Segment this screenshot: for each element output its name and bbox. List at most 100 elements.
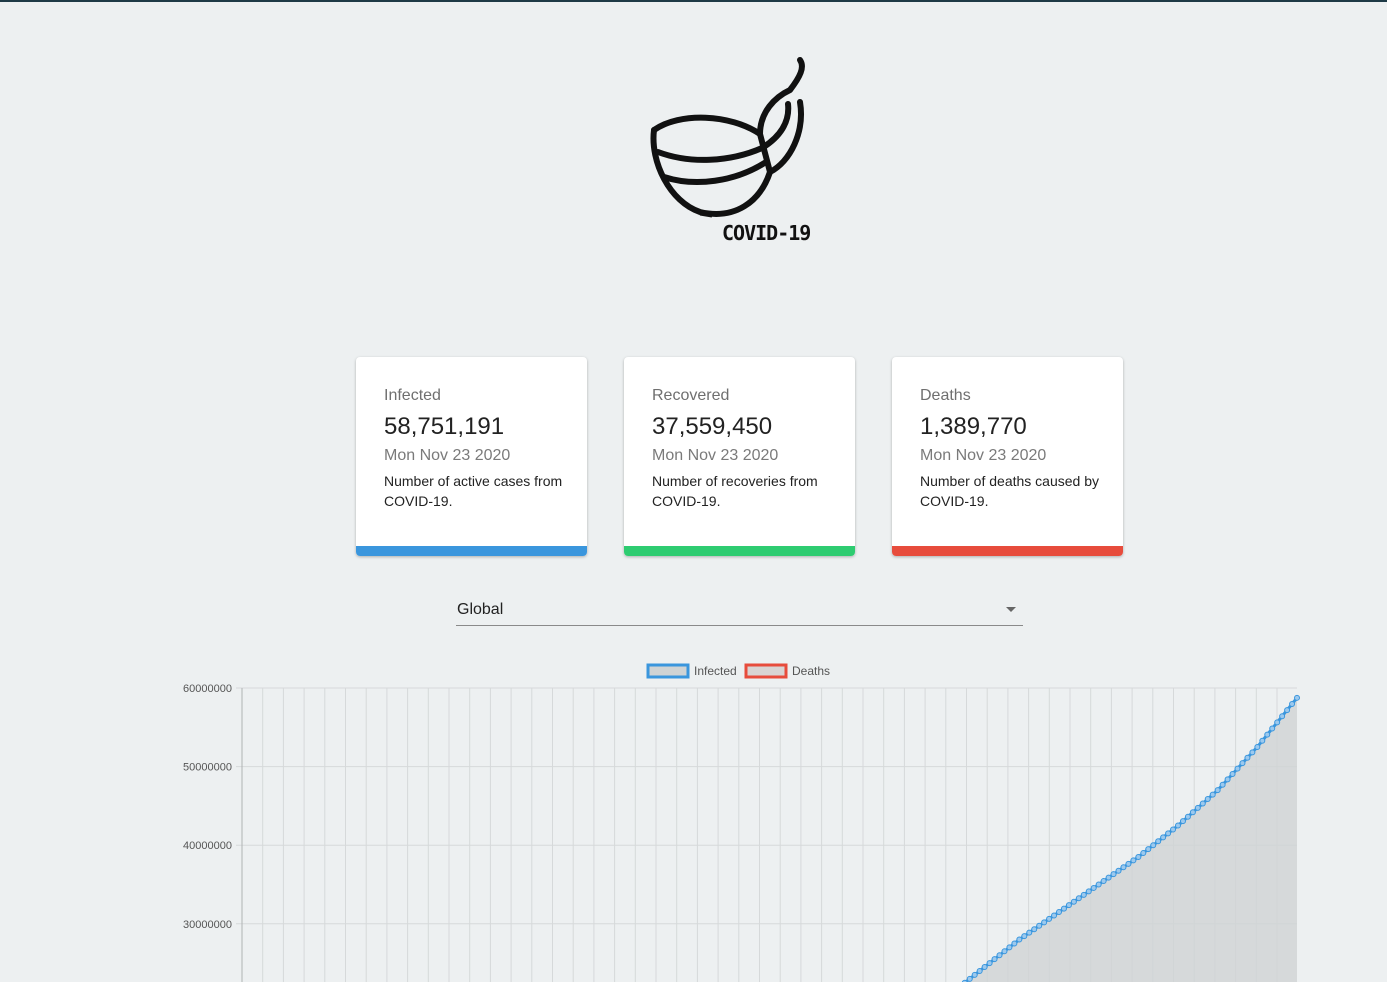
infected-point <box>1150 842 1157 849</box>
infected-card: Infected 58,751,191 Mon Nov 23 2020 Numb… <box>356 357 587 556</box>
card-accent-bar <box>892 546 1123 556</box>
infected-point <box>1259 737 1266 744</box>
card-description: Number of deaths caused by COVID-19. <box>920 473 1099 509</box>
infected-point <box>1105 874 1112 881</box>
card-accent-bar <box>624 546 855 556</box>
card-date: Mon Nov 23 2020 <box>384 447 511 464</box>
infected-point <box>1209 791 1216 798</box>
infected-point <box>1120 864 1127 871</box>
infected-point <box>1060 905 1067 912</box>
infected-point <box>1016 936 1023 943</box>
infected-point <box>1254 743 1261 750</box>
infected-point <box>1125 860 1132 867</box>
country-select[interactable]: Global <box>456 594 1023 626</box>
infected-point <box>1021 933 1028 940</box>
infected-point <box>1219 781 1226 788</box>
infected-point <box>1001 948 1008 955</box>
y-tick-label: 60000000 <box>183 683 232 695</box>
y-tick-label: 30000000 <box>183 919 232 931</box>
infected-point <box>1031 926 1038 933</box>
infected-point <box>1155 838 1162 845</box>
card-date: Mon Nov 23 2020 <box>920 447 1047 464</box>
infected-point <box>1175 822 1181 829</box>
infected-point <box>981 964 988 971</box>
legend-item-infected[interactable]: Infected <box>646 663 737 679</box>
infected-point <box>1239 760 1246 767</box>
infected-point <box>1140 850 1147 857</box>
legend-label: Deaths <box>792 664 830 678</box>
cases-line-chart: 60000000 50000000 40000000 30000000 Infecte… <box>183 663 1300 982</box>
infected-point <box>1214 787 1221 794</box>
infected-point <box>1075 895 1082 902</box>
infected-point <box>1184 813 1191 820</box>
chart-area <box>940 696 1299 982</box>
stats-cards: Infected 58,751,191 Mon Nov 23 2020 Numb… <box>356 357 1123 556</box>
infected-point <box>1135 853 1142 860</box>
infected-point <box>1056 909 1062 916</box>
infected-point <box>1249 749 1256 756</box>
legend-swatch <box>646 663 690 679</box>
infected-point <box>1279 713 1286 720</box>
country-select-value: Global <box>457 601 504 618</box>
infected-point <box>1234 765 1241 772</box>
legend-item-deaths[interactable]: Deaths <box>744 663 830 679</box>
infected-point <box>1224 776 1231 783</box>
infected-point <box>1095 881 1102 888</box>
infected-point <box>991 956 998 963</box>
chevron-down-icon <box>1006 607 1016 612</box>
y-tick-label: 50000000 <box>183 762 232 774</box>
infected-point <box>971 971 978 978</box>
infected-point <box>1006 944 1013 951</box>
card-accent-bar <box>356 546 587 556</box>
infected-point <box>1085 888 1092 895</box>
infected-point <box>1274 719 1281 726</box>
legend-label: Infected <box>694 664 737 678</box>
infected-point <box>1189 809 1196 816</box>
card-description: Number of active cases from COVID-19. <box>384 473 563 509</box>
infected-point <box>1165 830 1172 837</box>
infected-point <box>986 960 993 967</box>
infected-point <box>1026 929 1033 936</box>
card-date: Mon Nov 23 2020 <box>652 447 779 464</box>
card-value: 37,559,450 <box>652 413 773 440</box>
infected-point <box>1011 940 1018 947</box>
infected-point <box>1294 694 1300 701</box>
infected-point <box>1115 867 1122 874</box>
deaths-card: Deaths 1,389,770 Mon Nov 23 2020 Number … <box>892 357 1123 556</box>
infected-area <box>940 697 1297 982</box>
card-value: 1,389,770 <box>920 413 1027 440</box>
recovered-card: Recovered 37,559,450 Mon Nov 23 2020 Num… <box>624 357 855 556</box>
legend-swatch <box>744 663 788 679</box>
chart-legend: Infected Deaths <box>646 663 830 679</box>
infected-point <box>1244 754 1251 761</box>
infected-point <box>1041 919 1048 926</box>
infected-point <box>1080 891 1087 898</box>
card-title: Deaths <box>920 387 971 404</box>
infected-point <box>1100 878 1107 885</box>
logo-text: COVID-19 <box>722 221 811 245</box>
card-description: Number of recoveries from COVID-19. <box>652 473 818 509</box>
infected-point <box>976 967 983 974</box>
infected-point <box>1046 915 1053 922</box>
infected-point <box>1229 770 1236 777</box>
infected-point <box>1130 857 1137 864</box>
infected-point <box>1179 818 1186 825</box>
infected-point <box>1065 902 1072 909</box>
infected-point <box>1036 922 1043 929</box>
card-title: Infected <box>384 387 441 404</box>
infected-point <box>1204 796 1211 803</box>
infected-point <box>1170 826 1177 833</box>
infected-point <box>966 975 973 982</box>
infected-point <box>1110 871 1117 878</box>
infected-point <box>1264 731 1271 738</box>
infected-point <box>1194 804 1201 811</box>
infected-point <box>1160 834 1167 841</box>
chart-y-ticks: 60000000 50000000 40000000 30000000 <box>183 683 232 931</box>
card-value: 58,751,191 <box>384 413 505 440</box>
infected-point <box>1051 912 1058 919</box>
infected-point <box>1145 846 1152 853</box>
infected-point <box>1284 707 1291 714</box>
card-title: Recovered <box>652 387 730 404</box>
infected-point <box>1070 898 1077 905</box>
y-tick-label: 40000000 <box>183 840 232 852</box>
